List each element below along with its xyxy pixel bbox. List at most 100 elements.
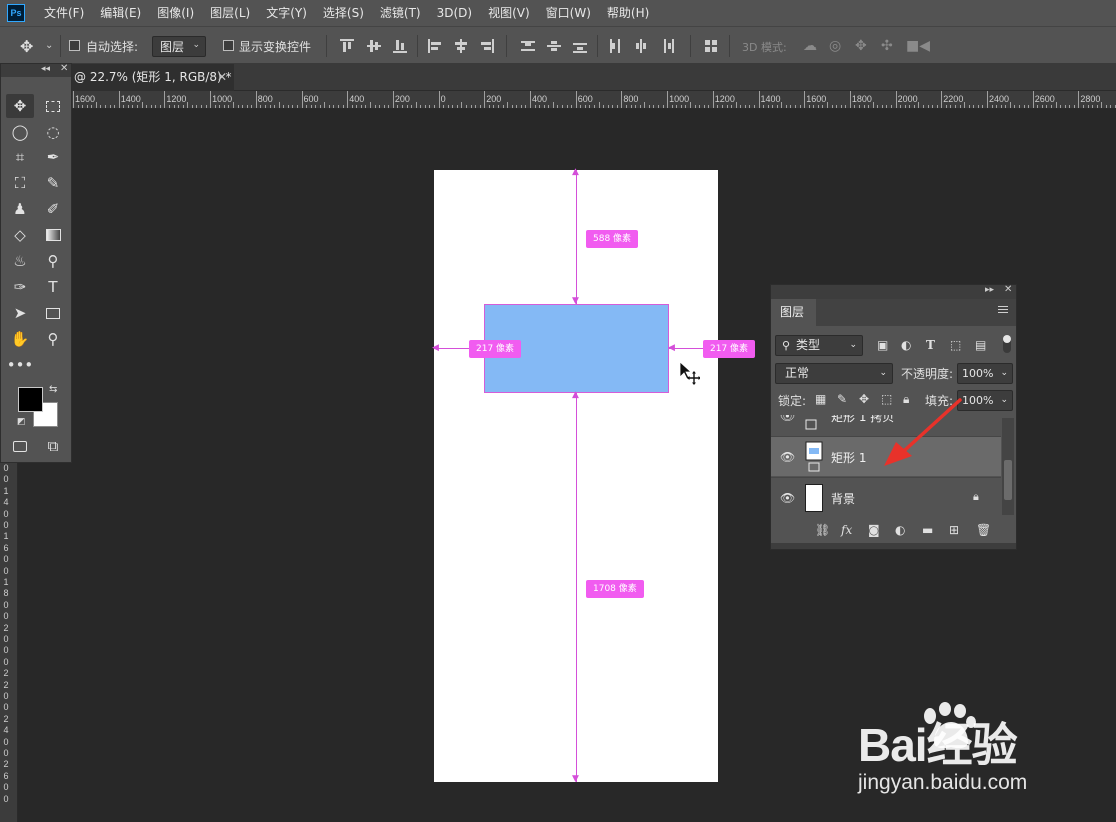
brush-tool-icon[interactable]: ✎ [39, 171, 67, 195]
blur-tool-icon[interactable]: ♨ [6, 249, 34, 273]
dodge-tool-icon[interactable]: ⚲ [39, 249, 67, 273]
close-icon[interactable]: ✕ [217, 70, 227, 84]
layer-style-fx-icon[interactable]: fx [841, 523, 852, 537]
link-layers-icon[interactable]: ⛓ [815, 523, 830, 537]
blend-mode-dropdown[interactable]: 正常 ⌄ [775, 363, 893, 384]
close-icon[interactable]: ✕ [60, 63, 68, 74]
delete-layer-icon[interactable]: 🗑︎ [976, 523, 991, 537]
rectangle-tool-icon[interactable] [39, 301, 67, 325]
align-top-icon[interactable] [340, 39, 354, 53]
lock-image-pixels-icon[interactable]: ✎ [837, 392, 847, 406]
menu-image[interactable]: 图像(I) [149, 0, 202, 26]
lock-position-icon[interactable]: ✥ [859, 392, 869, 406]
layers-scrollbar[interactable] [1002, 418, 1014, 515]
path-select-tool-icon[interactable]: ➤ [6, 301, 34, 325]
distribute-bottom-icon[interactable] [573, 39, 587, 53]
menu-window[interactable]: 窗口(W) [538, 0, 599, 26]
lasso-tool-icon[interactable]: ◯ [6, 120, 34, 144]
collapse-icon[interactable]: ▸▸ [985, 285, 994, 295]
align-horizontal-center-icon[interactable] [454, 39, 468, 53]
menu-help[interactable]: 帮助(H) [599, 0, 657, 26]
orbit-3d-icon[interactable]: ☁ [803, 38, 817, 54]
distribute-top-icon[interactable] [521, 39, 535, 53]
default-colors-icon[interactable]: ◩ [17, 417, 26, 427]
collapse-icon[interactable]: ◂◂ [41, 64, 50, 74]
document-tab[interactable]: @ 22.7% (矩形 1, RGB/8) * [66, 64, 234, 91]
adjustment-filter-icon[interactable]: ◐ [901, 338, 911, 352]
more-tools-icon[interactable]: ••• [6, 353, 34, 377]
eraser-tool-icon[interactable]: ◇ [6, 223, 34, 247]
auto-select-checkbox[interactable] [69, 40, 80, 51]
show-transform-checkbox[interactable] [223, 40, 234, 51]
move-tool-preset-icon[interactable]: ✥ [20, 37, 33, 56]
new-group-icon[interactable]: ▬ [922, 523, 933, 537]
pan-3d-icon[interactable]: ✥ [855, 38, 867, 54]
pen-tool-icon[interactable]: ✑ [6, 275, 34, 299]
lock-artboard-icon[interactable]: ⬚ [881, 392, 892, 406]
distribute-left-icon[interactable] [608, 39, 622, 53]
panel-resize-grip[interactable] [771, 543, 1016, 549]
layer-row[interactable]: 👁︎ 矩形 1 拷贝 [771, 415, 1001, 435]
scale-3d-icon[interactable]: ■◀ [906, 38, 930, 54]
stamp-tool-icon[interactable]: ♟ [6, 197, 34, 221]
menu-layer[interactable]: 图层(L) [202, 0, 258, 26]
distribute-vertical-center-icon[interactable] [547, 39, 561, 53]
align-left-icon[interactable] [428, 39, 442, 53]
quick-mask-icon[interactable] [6, 434, 34, 458]
distribute-right-icon[interactable] [660, 39, 674, 53]
menu-file[interactable]: 文件(F) [36, 0, 92, 26]
menu-type[interactable]: 文字(Y) [258, 0, 315, 26]
hand-tool-icon[interactable]: ✋ [6, 327, 34, 351]
menu-view[interactable]: 视图(V) [480, 0, 538, 26]
menu-edit[interactable]: 编辑(E) [92, 0, 149, 26]
align-bottom-icon[interactable] [393, 39, 407, 53]
tools-panel-header[interactable]: ◂◂ ✕ [1, 63, 71, 77]
history-brush-tool-icon[interactable]: ✐ [39, 197, 67, 221]
fill-field[interactable]: 100% ⌄ [957, 390, 1013, 411]
tab-layers[interactable]: 图层 [771, 299, 816, 326]
align-vertical-center-icon[interactable] [367, 39, 381, 53]
menu-3d[interactable]: 3D(D) [429, 0, 480, 26]
lock-all-icon[interactable]: 🔒︎ [903, 392, 909, 407]
patch-tool-icon[interactable]: ⛶ [6, 171, 34, 195]
shape-filter-icon[interactable]: ⬚ [950, 338, 961, 352]
type-filter-icon[interactable]: T [926, 338, 935, 352]
visibility-eye-icon[interactable]: 👁︎ [780, 450, 795, 464]
horizontal-ruler[interactable]: 1600 1400 1200 1000 800 600 400 200 0 200 400 600 80… [0, 91, 1116, 109]
layer-kind-filter-dropdown[interactable]: ⚲ 类型 ⌄ [775, 335, 863, 356]
new-layer-icon[interactable]: ⊞ [949, 523, 959, 537]
auto-align-layers-icon[interactable] [704, 39, 718, 53]
auto-select-target-dropdown[interactable]: 图层 ⌄ [152, 36, 206, 57]
layer-row-selected[interactable]: 👁︎ 矩形 1 [771, 436, 1001, 476]
menu-select[interactable]: 选择(S) [315, 0, 372, 26]
crop-tool-icon[interactable]: ⌗ [6, 145, 34, 169]
move-tool-icon[interactable]: ✥ [6, 94, 34, 118]
smart-object-filter-icon[interactable]: ▤ [975, 338, 986, 352]
zoom-tool-icon[interactable]: ⚲ [39, 327, 67, 351]
adjustment-layer-icon[interactable]: ◐ [895, 523, 905, 537]
slide-3d-icon[interactable]: ✣ [881, 38, 893, 54]
panel-menu-icon[interactable] [998, 306, 1008, 315]
visibility-eye-icon[interactable]: 👁︎ [780, 491, 795, 505]
opacity-field[interactable]: 100% ⌄ [957, 363, 1013, 384]
align-right-icon[interactable] [480, 39, 494, 53]
layer-row[interactable]: 👁︎ 背景 🔒︎ [771, 477, 1001, 515]
type-tool-icon[interactable]: T [39, 275, 67, 299]
visibility-eye-icon[interactable]: 👁︎ [780, 415, 795, 423]
roll-3d-icon[interactable]: ◎ [829, 38, 841, 54]
distribute-horizontal-center-icon[interactable] [634, 39, 648, 53]
eyedropper-tool-icon[interactable]: ✒ [39, 145, 67, 169]
menu-filter[interactable]: 滤镜(T) [372, 0, 429, 26]
quick-select-tool-icon[interactable]: ◌ [39, 120, 67, 144]
chevron-down-icon[interactable]: ⌄ [45, 40, 53, 51]
lock-transparent-pixels-icon[interactable]: ▦ [815, 392, 826, 406]
foreground-color-swatch[interactable] [18, 387, 43, 412]
swap-colors-icon[interactable]: ⇆ [49, 384, 57, 395]
pixel-filter-icon[interactable]: ▣ [877, 338, 888, 352]
add-mask-icon[interactable]: ◙ [868, 523, 880, 537]
screen-mode-icon[interactable]: ⧉ [39, 434, 67, 458]
close-icon[interactable]: ✕ [1004, 284, 1012, 295]
marquee-tool-icon[interactable] [39, 94, 67, 118]
scrollbar-thumb[interactable] [1004, 460, 1012, 500]
gradient-tool-icon[interactable] [39, 223, 67, 247]
